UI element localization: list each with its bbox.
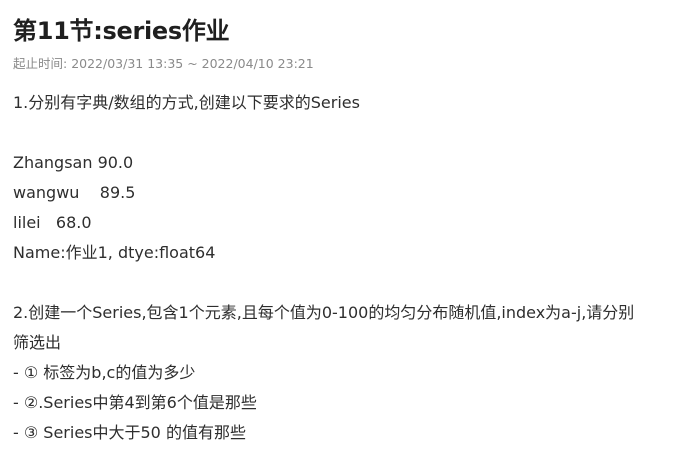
- series-row-wangwu: wangwu 89.5: [13, 183, 136, 202]
- question-2-item-3: - ③ Series中大于50 的值有那些: [13, 423, 246, 442]
- time-range: 2022/03/31 13:35 ~ 2022/04/10 23:21: [71, 56, 314, 71]
- time-label: 起止时间:: [13, 56, 72, 71]
- assignment-page: 第11节:series作业 起止时间: 2022/03/31 13:35 ~ 2…: [13, 0, 696, 475]
- question-2-item-2: - ②.Series中第4到第6个值是那些: [13, 393, 257, 412]
- time-range-row: 起止时间: 2022/03/31 13:35 ~ 2022/04/10 23:2…: [13, 53, 314, 72]
- question-2-title-line1: 2.创建一个Series,包含1个元素,且每个值为0-100的均匀分布随机值,i…: [13, 303, 635, 322]
- assignment-title: 第11节:series作业: [13, 17, 230, 45]
- question-2-item-1: - ① 标签为b,c的值为多少: [13, 363, 196, 382]
- series-row-lilei: lilei 68.0: [13, 213, 92, 232]
- series-meta-line: Name:作业1, dtye:float64: [13, 243, 216, 262]
- question-2-title-line2: 筛选出: [13, 333, 62, 352]
- series-row-zhangsan: Zhangsan 90.0: [13, 153, 134, 172]
- question-1-title: 1.分别有字典/数组的方式,创建以下要求的Series: [13, 93, 360, 112]
